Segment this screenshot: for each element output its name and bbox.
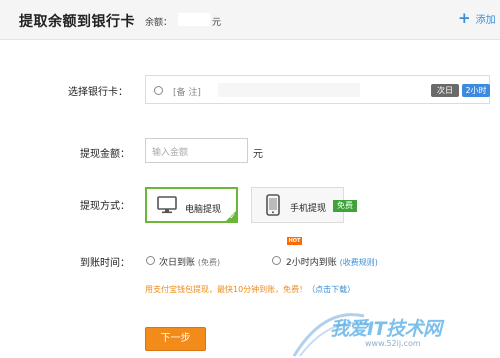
balance-label: 余额：: [145, 18, 173, 28]
arrival-2h-radio[interactable]: [272, 256, 281, 265]
amount-label: 提现金额：: [80, 149, 130, 160]
method-mobile-option[interactable]: 手机提现 免费: [251, 187, 357, 223]
monitor-icon: [157, 196, 177, 214]
fee-rules-link[interactable]: (收费规则): [340, 258, 378, 267]
arrival-next-day-note: (免费): [197, 258, 221, 267]
free-badge: 免费: [333, 200, 357, 212]
amount-unit: 元: [253, 149, 263, 160]
add-bank-card-button[interactable]: + 添加: [458, 9, 496, 27]
download-link[interactable]: （点击下载）: [307, 285, 355, 294]
method-pc-label: 电脑提现: [185, 205, 222, 215]
arrival-next-day-radio[interactable]: [146, 256, 155, 265]
next-step-button[interactable]: 下一步: [145, 327, 206, 351]
page-title: 提取余额到银行卡: [19, 14, 135, 30]
method-pc-option[interactable]: 电脑提现 ✓: [145, 187, 238, 223]
hot-badge: HOT: [287, 237, 302, 245]
amount-input[interactable]: 输入金额: [145, 138, 248, 163]
tag-next-day: 次日: [431, 84, 459, 97]
promo-text: 用支付宝钱包提现，最快10分钟到账，免费！（点击下载）: [145, 284, 355, 295]
balance-value-redacted: [178, 13, 210, 26]
page-header: 提取余额到银行卡 余额： 元 + 添加: [0, 0, 500, 40]
balance-unit: 元: [212, 18, 222, 28]
bank-card-label: 选择银行卡：: [68, 87, 128, 98]
arrival-2h-label: 2小时内到账: [286, 258, 337, 268]
method-label: 提现方式：: [80, 201, 130, 212]
phone-icon: [266, 194, 280, 216]
bank-card-option[interactable]: [备 注] 次日 2小时: [145, 75, 490, 104]
bank-card-note: [备 注]: [173, 88, 201, 98]
arrival-label: 到账时间：: [80, 258, 130, 269]
bank-card-radio[interactable]: [154, 86, 163, 95]
plus-icon: +: [458, 9, 471, 27]
method-mobile-label: 手机提现: [290, 204, 327, 214]
watermark-url: www.52ij.com: [365, 339, 421, 348]
bank-card-info-redacted: [218, 83, 360, 97]
watermark-text: 我爱IT技术网: [330, 318, 442, 340]
arrival-next-day-label: 次日到账: [159, 258, 196, 268]
check-icon: ✓: [229, 212, 236, 221]
promo-message: 用支付宝钱包提现，最快10分钟到账，免费！: [145, 285, 308, 294]
arrival-next-day-option[interactable]: 次日到账 (免费): [159, 255, 220, 268]
add-label: 添加: [475, 15, 496, 26]
tag-2-hours: 2小时: [462, 84, 490, 97]
arrival-2h-option[interactable]: 2小时内到账 (收费规则): [286, 255, 378, 268]
